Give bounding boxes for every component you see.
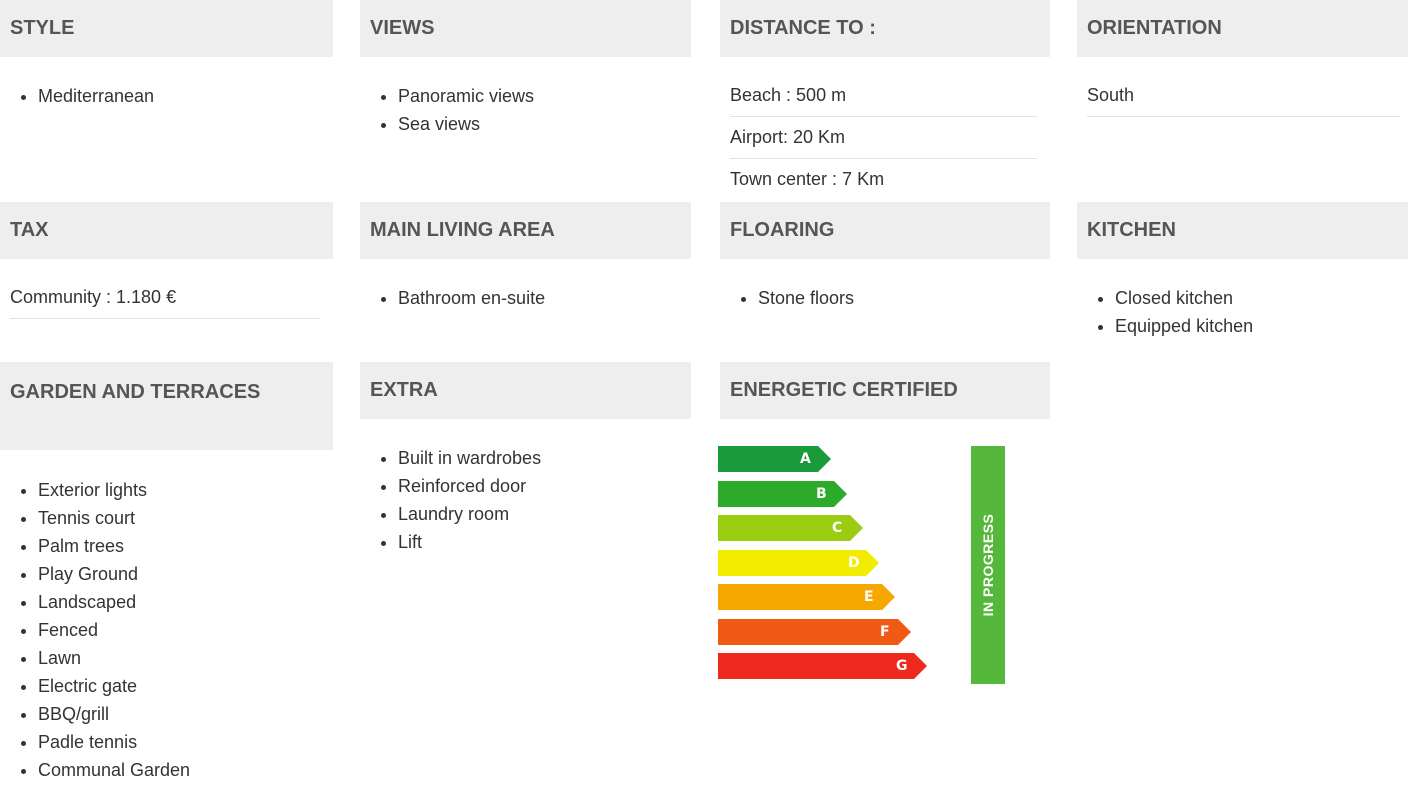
main-living-list: Bathroom en-suite <box>360 284 691 312</box>
energy-rating-f: F <box>718 618 911 645</box>
views-list: Panoramic views Sea views <box>360 82 691 138</box>
list-item: Panoramic views <box>398 82 691 110</box>
garden-list: Exterior lights Tennis court Palm trees … <box>0 476 333 784</box>
energy-rating-label: C <box>832 520 843 536</box>
energy-rating-e: E <box>718 584 895 610</box>
orientation-rows: South <box>1077 75 1408 117</box>
section-title-distance: DISTANCE TO : <box>720 0 1050 57</box>
energy-rating-d: D <box>718 549 879 576</box>
energy-rating-label: E <box>864 589 874 605</box>
tax-row: Community : 1.180 € <box>10 277 320 319</box>
list-item: Fenced <box>38 616 333 644</box>
energy-rating-arrow <box>718 480 847 507</box>
list-item: Equipped kitchen <box>1115 312 1408 340</box>
list-item: Communal Garden <box>38 756 333 784</box>
list-item: BBQ/grill <box>38 700 333 728</box>
list-item: Closed kitchen <box>1115 284 1408 312</box>
list-item: Bathroom en-suite <box>398 284 691 312</box>
list-item: Exterior lights <box>38 476 333 504</box>
section-title-tax: TAX <box>0 202 333 259</box>
list-item: Sea views <box>398 110 691 138</box>
list-item: Electric gate <box>38 672 333 700</box>
distance-row: Airport: 20 Km <box>730 117 1037 159</box>
energy-status-bar: IN PROGRESS <box>971 446 1005 684</box>
section-title-extra: EXTRA <box>360 362 691 419</box>
section-views: VIEWS Panoramic views Sea views <box>360 0 691 138</box>
section-main-living: MAIN LIVING AREA Bathroom en-suite <box>360 202 691 312</box>
section-title-main-living: MAIN LIVING AREA <box>360 202 691 259</box>
extra-list: Built in wardrobes Reinforced door Laund… <box>360 444 691 556</box>
section-distance: DISTANCE TO : Beach : 500 m Airport: 20 … <box>720 0 1050 200</box>
list-item: Palm trees <box>38 532 333 560</box>
section-style: STYLE Mediterranean <box>0 0 333 110</box>
section-title-energy: ENERGETIC CERTIFIED <box>720 362 1050 419</box>
energy-rating-g: G <box>718 653 927 679</box>
section-title-flooring: FLOARING <box>720 202 1050 259</box>
section-flooring: FLOARING Stone floors <box>720 202 1050 312</box>
energy-rating-c: C <box>718 515 863 541</box>
list-item: Reinforced door <box>398 472 691 500</box>
section-kitchen: KITCHEN Closed kitchen Equipped kitchen <box>1077 202 1408 340</box>
energy-rating-b: B <box>718 480 847 507</box>
style-list: Mediterranean <box>0 82 333 110</box>
list-item: Lift <box>398 528 691 556</box>
distance-row: Town center : 7 Km <box>730 169 885 189</box>
energy-rating-a: A <box>718 446 831 472</box>
distance-row: Beach : 500 m <box>730 75 1037 117</box>
section-extra: EXTRA Built in wardrobes Reinforced door… <box>360 362 691 556</box>
energy-rating-label: B <box>816 485 827 502</box>
list-item: Padle tennis <box>38 728 333 756</box>
energy-rating-arrow <box>718 446 831 472</box>
kitchen-list: Closed kitchen Equipped kitchen <box>1077 284 1408 340</box>
list-item: Tennis court <box>38 504 333 532</box>
orientation-row: South <box>1087 75 1400 117</box>
section-orientation: ORIENTATION South <box>1077 0 1408 117</box>
energy-rating-label: D <box>848 554 860 571</box>
section-title-kitchen: KITCHEN <box>1077 202 1408 259</box>
list-item: Built in wardrobes <box>398 444 691 472</box>
energy-rating-label: F <box>880 623 890 640</box>
energy-status-label: IN PROGRESS <box>980 513 996 617</box>
section-title-garden: GARDEN AND TERRACES <box>0 362 333 450</box>
energy-rating-label: G <box>896 658 908 674</box>
section-garden: GARDEN AND TERRACES Exterior lights Tenn… <box>0 362 333 784</box>
section-title-views: VIEWS <box>360 0 691 57</box>
section-tax: TAX Community : 1.180 € <box>0 202 333 319</box>
distance-rows: Beach : 500 m Airport: 20 Km Town center… <box>720 75 1050 200</box>
flooring-list: Stone floors <box>720 284 1050 312</box>
tax-rows: Community : 1.180 € <box>0 277 333 319</box>
list-item: Mediterranean <box>38 82 333 110</box>
list-item: Lawn <box>38 644 333 672</box>
list-item: Stone floors <box>758 284 1050 312</box>
list-item: Play Ground <box>38 560 333 588</box>
section-title-orientation: ORIENTATION <box>1077 0 1408 57</box>
section-energy: ENERGETIC CERTIFIED <box>720 362 1050 419</box>
energy-rating-label: A <box>800 451 811 467</box>
list-item: Landscaped <box>38 588 333 616</box>
section-title-style: STYLE <box>0 0 333 57</box>
list-item: Laundry room <box>398 500 691 528</box>
